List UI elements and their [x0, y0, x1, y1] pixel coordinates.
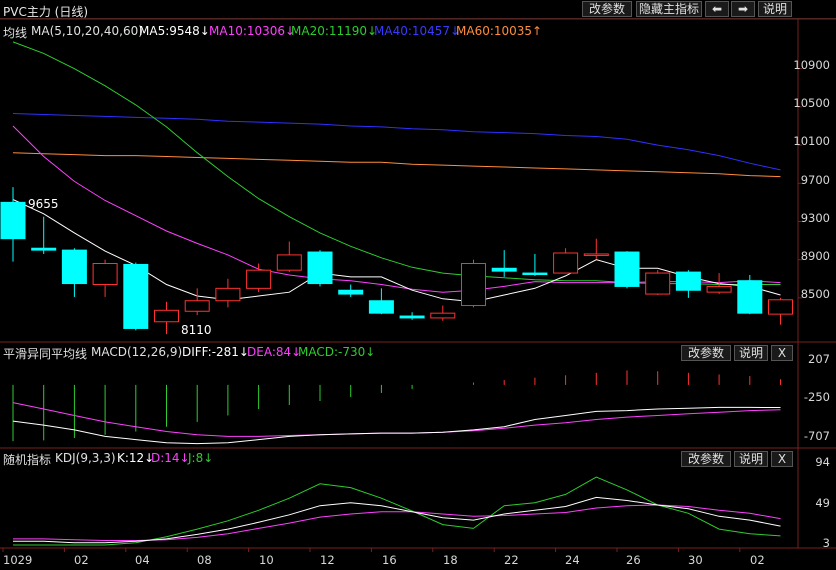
date-axis-tick: 22 — [504, 553, 519, 567]
candle-body — [368, 300, 394, 314]
date-axis-tick: 26 — [626, 553, 641, 567]
date-axis-tick: 12 — [320, 553, 335, 567]
price-axis-tick: 10100 — [793, 134, 830, 148]
candle-body — [154, 309, 179, 323]
ma40-line — [12, 113, 781, 171]
candle-body — [737, 280, 763, 314]
kdj-axis-tick: 49 — [815, 496, 830, 510]
date-axis-tick: 10 — [259, 553, 274, 567]
price-axis-tick: 10500 — [793, 96, 830, 110]
date-axis-tick: 04 — [135, 553, 150, 567]
price-axis-tick: 8500 — [800, 287, 830, 301]
candle-body — [184, 300, 210, 312]
candle-body — [430, 312, 456, 319]
price-axis-tick: 9700 — [800, 173, 830, 187]
date-axis-tick: 24 — [565, 553, 580, 567]
date-axis-tick: 16 — [382, 553, 397, 567]
candle-body — [522, 272, 548, 276]
candle-body — [706, 285, 732, 293]
candle-body — [123, 263, 149, 329]
kdj-axis-tick: 3 — [822, 536, 830, 550]
price-axis-tick: 10900 — [793, 58, 830, 72]
macd-axis-tick: -707 — [803, 429, 830, 443]
date-axis-tick: 02 — [750, 553, 765, 567]
date-axis-tick: 30 — [688, 553, 703, 567]
kdj-d-line — [13, 504, 781, 541]
candle-body — [215, 287, 241, 302]
candle-body — [553, 252, 579, 274]
candle-body — [0, 201, 26, 240]
candle-body — [768, 299, 793, 315]
macd-axis-tick: 207 — [808, 352, 830, 366]
chart-canvas[interactable] — [0, 0, 836, 570]
candle-body — [491, 267, 517, 272]
date-axis-tick: 1029 — [3, 553, 33, 567]
kdj-j-line — [13, 476, 781, 546]
macd-axis-tick: -250 — [803, 390, 830, 404]
candle-body — [61, 249, 87, 285]
low-price-annotation: 8110 — [181, 323, 212, 337]
high-price-annotation: 9655 — [28, 197, 59, 211]
candle-body — [307, 251, 333, 285]
candle-body — [399, 315, 425, 319]
candle-body — [583, 253, 609, 256]
date-axis-tick: 02 — [74, 553, 89, 567]
kdj-axis-tick: 94 — [815, 455, 830, 469]
candle-body — [461, 263, 486, 307]
candle-body — [246, 269, 272, 289]
candle-body — [614, 251, 640, 287]
candle-body — [92, 263, 118, 286]
ma60-line — [12, 152, 781, 178]
macd-dea-line — [12, 402, 781, 437]
date-axis-tick: 18 — [443, 553, 458, 567]
candle-body — [338, 289, 364, 295]
candle-body — [645, 272, 671, 295]
candle-body — [31, 247, 57, 251]
price-axis-tick: 8900 — [800, 249, 830, 263]
candle-body — [276, 254, 302, 271]
date-axis-tick: 08 — [197, 553, 212, 567]
price-axis-tick: 9300 — [800, 211, 830, 225]
candle-body — [675, 271, 701, 291]
